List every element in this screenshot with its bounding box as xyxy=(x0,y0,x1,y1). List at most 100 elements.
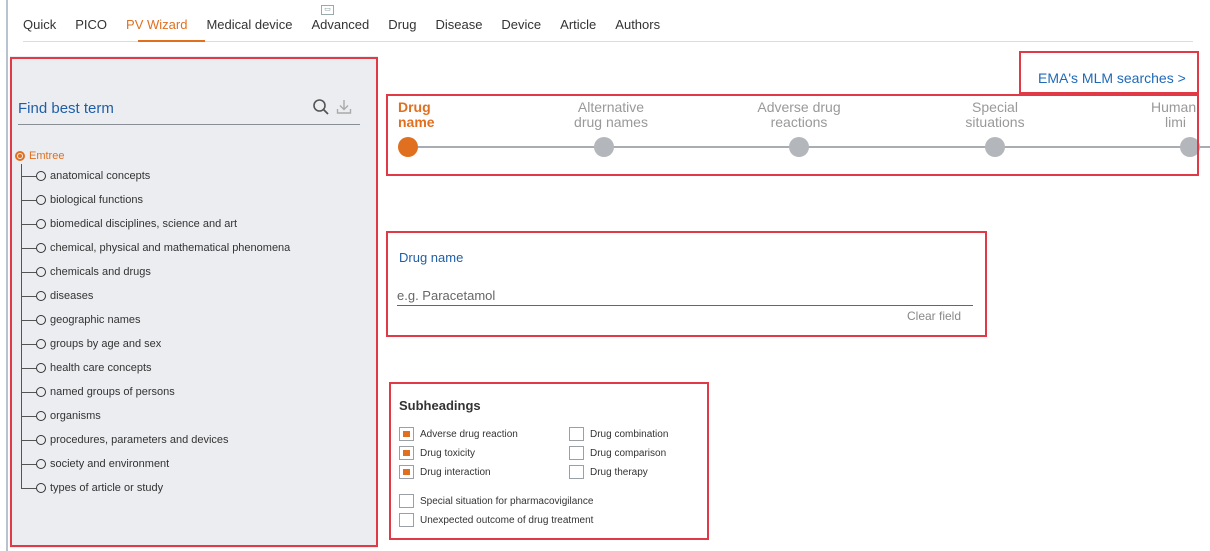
checkbox-empty-icon[interactable] xyxy=(569,427,584,441)
tree-item[interactable]: diseases xyxy=(22,284,290,308)
checkbox-drug-therapy[interactable]: Drug therapy xyxy=(569,465,648,479)
tree-item[interactable]: geographic names xyxy=(22,308,290,332)
subheadings-title: Subheadings xyxy=(399,398,481,413)
step-label-line1: Special xyxy=(972,99,1018,115)
steps-track xyxy=(408,146,1210,148)
checkbox-empty-icon[interactable] xyxy=(399,494,414,508)
tree-item[interactable]: biological functions xyxy=(22,188,290,212)
radio-icon xyxy=(36,219,46,229)
checkbox-label: Drug interaction xyxy=(420,466,491,478)
tree-root-label: Emtree xyxy=(29,149,65,162)
step-special-situations[interactable]: Special situations xyxy=(930,100,1060,130)
step-label-line1: Adverse drug xyxy=(757,99,841,115)
checkbox-label: Special situation for pharmacovigilance xyxy=(420,495,594,507)
find-toolbar xyxy=(312,98,352,121)
radio-icon xyxy=(36,291,46,301)
tree-branch: anatomical concepts biological functions… xyxy=(21,164,290,500)
tree-root-emtree[interactable]: Emtree xyxy=(15,147,290,164)
emtree-tree: Emtree anatomical concepts biological fu… xyxy=(15,147,290,500)
checkbox-empty-icon[interactable] xyxy=(569,446,584,460)
step-alternative-drug-names[interactable]: Alternative drug names xyxy=(546,100,676,130)
tab-article[interactable]: Article xyxy=(560,17,596,39)
tree-item[interactable]: biomedical disciplines, science and art xyxy=(22,212,290,236)
radio-icon xyxy=(36,195,46,205)
checkbox-special-situation[interactable]: Special situation for pharmacovigilance xyxy=(399,494,593,508)
tab-disease[interactable]: Disease xyxy=(435,17,482,39)
step-label-line2: reactions xyxy=(770,114,828,130)
tab-pv-wizard[interactable]: PV Wizard xyxy=(126,17,187,39)
step-dot[interactable] xyxy=(594,137,614,157)
step-label-line1: Alternative xyxy=(577,99,645,115)
collapse-icon[interactable]: ▭ xyxy=(321,5,334,15)
checkbox-drug-interaction[interactable]: Drug interaction xyxy=(399,465,491,479)
tree-item[interactable]: named groups of persons xyxy=(22,380,290,404)
tree-item-label: biomedical disciplines, science and art xyxy=(50,218,238,230)
step-label-line2: name xyxy=(398,114,435,130)
tree-item-label: biological functions xyxy=(50,194,143,206)
step-dot[interactable] xyxy=(789,137,809,157)
radio-icon xyxy=(36,171,46,181)
step-human-limits[interactable]: Human limi xyxy=(1151,100,1210,130)
tree-item-label: diseases xyxy=(50,290,94,302)
tree-item[interactable]: groups by age and sex xyxy=(22,332,290,356)
radio-icon xyxy=(36,387,46,397)
drug-name-label: Drug name xyxy=(399,250,464,265)
tree-item-label: procedures, parameters and devices xyxy=(50,434,229,446)
checkbox-empty-icon[interactable] xyxy=(399,513,414,527)
tab-medical-device[interactable]: Medical device xyxy=(206,17,292,39)
search-tabs: Quick PICO PV Wizard Medical device Adva… xyxy=(23,17,679,39)
tree-item-label: geographic names xyxy=(50,314,141,326)
step-drug-name[interactable]: Drug name xyxy=(398,100,435,130)
tree-item-label: society and environment xyxy=(50,458,170,470)
tree-item[interactable]: organisms xyxy=(22,404,290,428)
step-label-line1: Drug xyxy=(398,99,431,115)
find-underline xyxy=(18,124,360,125)
checkbox-label: Unexpected outcome of drug treatment xyxy=(420,514,594,526)
drug-name-input[interactable] xyxy=(397,286,973,306)
tab-drug[interactable]: Drug xyxy=(388,17,416,39)
highlight-box-drug-name xyxy=(386,231,987,337)
tree-item[interactable]: types of article or study xyxy=(22,476,290,500)
tree-item[interactable]: health care concepts xyxy=(22,356,290,380)
step-dot[interactable] xyxy=(1180,137,1200,157)
tab-authors[interactable]: Authors xyxy=(615,17,660,39)
tab-quick[interactable]: Quick xyxy=(23,17,56,39)
checkbox-label: Drug toxicity xyxy=(420,447,476,459)
step-adverse-drug-reactions[interactable]: Adverse drug reactions xyxy=(734,100,864,130)
radio-icon xyxy=(36,459,46,469)
checkbox-empty-icon[interactable] xyxy=(569,465,584,479)
tab-pico[interactable]: PICO xyxy=(75,17,107,39)
tree-item-label: anatomical concepts xyxy=(50,170,151,182)
radio-icon xyxy=(36,435,46,445)
tree-item[interactable]: anatomical concepts xyxy=(22,164,290,188)
step-label-line1: Human xyxy=(1151,99,1197,115)
tab-device[interactable]: Device xyxy=(501,17,541,39)
step-label-line2: situations xyxy=(965,114,1025,130)
checkbox-checked-icon[interactable] xyxy=(399,465,414,479)
checkbox-adverse-drug-reaction[interactable]: Adverse drug reaction xyxy=(399,427,518,441)
checkbox-drug-combination[interactable]: Drug combination xyxy=(569,427,668,441)
checkbox-drug-toxicity[interactable]: Drug toxicity xyxy=(399,446,475,460)
step-dot-active[interactable] xyxy=(398,137,418,157)
checkbox-checked-icon[interactable] xyxy=(399,427,414,441)
download-icon[interactable] xyxy=(336,98,352,121)
radio-selected-icon xyxy=(15,150,25,161)
step-dot[interactable] xyxy=(985,137,1005,157)
radio-icon xyxy=(36,243,46,253)
checkbox-drug-comparison[interactable]: Drug comparison xyxy=(569,446,666,460)
tree-item[interactable]: chemicals and drugs xyxy=(22,260,290,284)
checkbox-label: Drug comparison xyxy=(590,447,667,459)
active-tab-indicator xyxy=(138,40,205,42)
checkbox-unexpected-outcome[interactable]: Unexpected outcome of drug treatment xyxy=(399,513,593,527)
checkbox-label: Drug therapy xyxy=(590,466,648,478)
tree-item[interactable]: society and environment xyxy=(22,452,290,476)
search-icon[interactable] xyxy=(312,98,330,121)
ema-mlm-searches-link[interactable]: EMA's MLM searches > xyxy=(1038,70,1186,86)
tree-item[interactable]: procedures, parameters and devices xyxy=(22,428,290,452)
tree-item[interactable]: chemical, physical and mathematical phen… xyxy=(22,236,290,260)
tab-advanced[interactable]: Advanced xyxy=(311,17,369,39)
checkbox-checked-icon[interactable] xyxy=(399,446,414,460)
step-label-line2: limi xyxy=(1165,114,1186,130)
clear-field-button[interactable]: Clear field xyxy=(907,309,961,323)
tree-item-label: chemical, physical and mathematical phen… xyxy=(50,242,291,254)
